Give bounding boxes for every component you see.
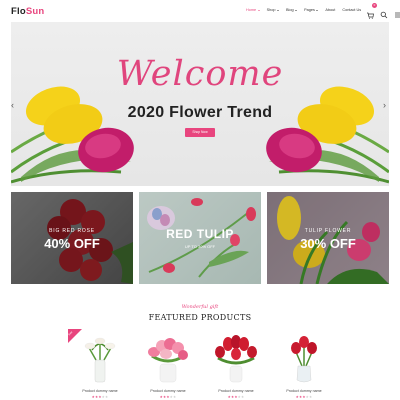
product-card[interactable]: Product dummy name ★★★★★: [276, 330, 332, 400]
hero-subtitle: 2020 Flower Trend: [127, 104, 273, 121]
shop-now-button[interactable]: Shop Now: [185, 128, 215, 137]
nav-item-shop[interactable]: Shop: [267, 8, 280, 12]
site-logo[interactable]: FloSun: [11, 6, 44, 17]
product-name[interactable]: Product dummy name: [140, 389, 196, 393]
hero-welcome-text: Welcome: [116, 54, 284, 94]
product-image[interactable]: [140, 330, 196, 386]
product-rating: ★★★★★: [159, 395, 177, 399]
menu-icon[interactable]: [394, 6, 400, 18]
chevron-down-icon: [257, 9, 260, 11]
product-name[interactable]: Product dummy name: [208, 389, 264, 393]
nav-item-blog[interactable]: Blog: [286, 8, 298, 12]
cart-icon[interactable]: 0: [366, 3, 377, 19]
product-image[interactable]: Sale: [68, 329, 128, 386]
nav-item-about[interactable]: About: [325, 8, 335, 12]
slider-prev-arrow[interactable]: ‹: [11, 100, 14, 110]
header-icons: 0: [366, 3, 400, 19]
product-rating: ★★★★★: [91, 395, 109, 399]
banner-offer: 30% OFF: [300, 236, 356, 251]
product-card[interactable]: Product dummy name ★★★★★: [208, 330, 264, 400]
nav-item-home[interactable]: Home: [246, 8, 260, 12]
product-rating: ★★★★★: [227, 395, 245, 399]
product-image[interactable]: [276, 330, 332, 386]
main-nav: Home Shop Blog Pages About Contact Us: [246, 8, 368, 12]
chevron-down-icon: [316, 9, 319, 11]
featured-script-subtitle: Wonderful gift: [181, 304, 219, 310]
product-name[interactable]: Product dummy name: [276, 389, 332, 393]
banner-title: BIG RED ROSE: [49, 228, 95, 234]
promo-banner-rose[interactable]: BIG RED ROSE 40% OFF: [11, 192, 133, 284]
site-header: FloSun Home Shop Blog Pages About Contac…: [0, 0, 400, 22]
promo-banner-tulip[interactable]: RED TULIP UP TO 30% OFF: [139, 192, 261, 284]
chevron-down-icon: [295, 9, 298, 11]
chevron-down-icon: [277, 9, 280, 11]
search-icon[interactable]: [380, 6, 388, 19]
cart-count-badge: 0: [372, 3, 377, 8]
nav-item-contact[interactable]: Contact Us: [342, 8, 361, 12]
banner-offer: 40% OFF: [44, 236, 100, 251]
product-card[interactable]: Product dummy name ★★★★★: [140, 330, 196, 400]
hero-slider: Welcome 2020 Flower Trend Shop Now ‹ ›: [11, 22, 389, 186]
product-card[interactable]: Sale Product dummy name ★★★★★: [68, 329, 128, 400]
product-image[interactable]: [208, 330, 264, 386]
featured-products-heading: FEATURED PRODUCTS: [148, 313, 252, 322]
product-name[interactable]: Product dummy name: [72, 389, 128, 393]
product-rating: ★★★★★: [295, 395, 313, 399]
banner-title: RED TULIP: [166, 227, 234, 241]
banner-title: TULIP FLOWER: [304, 228, 352, 234]
banner-offer: UP TO 30% OFF: [184, 244, 216, 249]
product-grid: Sale Product dummy name ★★★★★ Product du…: [68, 329, 332, 400]
slider-next-arrow[interactable]: ›: [383, 100, 386, 110]
promo-banner-tulip-flower[interactable]: TULIP FLOWER 30% OFF: [267, 192, 389, 284]
nav-item-pages[interactable]: Pages: [304, 8, 319, 12]
